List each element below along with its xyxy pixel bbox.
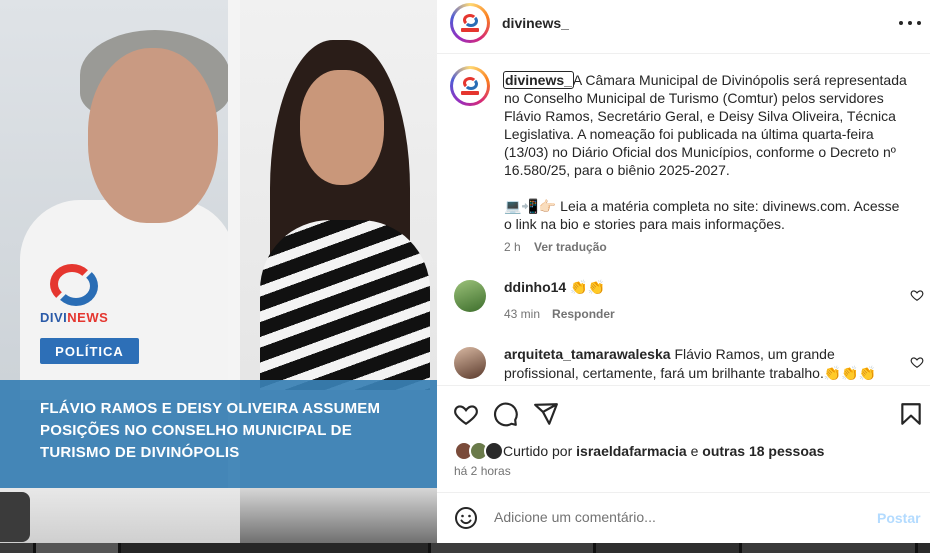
share-icon[interactable] — [533, 401, 559, 427]
instagram-post-view: DIVINEWS POLÍTICA FLÁVIO RAMOS E DEISY O… — [0, 0, 930, 553]
post-time: há 2 horas — [454, 464, 511, 478]
post-header: divinews_ — [437, 0, 930, 54]
caption-text-2: 💻📲👉🏻 Leia a matéria completa no site: di… — [504, 198, 900, 232]
comment-icon[interactable] — [493, 401, 519, 427]
caption: divinews_A Câmara Municipal de Divinópol… — [503, 71, 909, 251]
heart-small-icon[interactable] — [910, 355, 924, 369]
caption-meta: 2 h Ver tradução — [504, 240, 607, 254]
caption-username[interactable]: divinews_ — [503, 71, 574, 89]
logo-mark-icon — [48, 262, 100, 306]
like-icon[interactable] — [453, 401, 479, 427]
logo-text-news: NEWS — [67, 310, 109, 325]
translate-link[interactable]: Ver tradução — [534, 240, 607, 254]
microphone — [0, 492, 30, 542]
avatar[interactable] — [450, 3, 490, 43]
likes-user[interactable]: israeldafarmacia — [576, 443, 687, 459]
reply-button[interactable]: Responder — [552, 307, 615, 321]
more-icon[interactable] — [899, 14, 921, 32]
heart-small-icon[interactable] — [910, 288, 924, 302]
emoji-icon[interactable] — [454, 506, 478, 530]
header-username[interactable]: divinews_ — [502, 15, 569, 31]
post-image[interactable]: DIVINEWS POLÍTICA FLÁVIO RAMOS E DEISY O… — [0, 0, 437, 543]
comment-avatar[interactable] — [454, 280, 486, 312]
liker-avatars — [454, 441, 504, 461]
post-panel: divinews_ divinews_A Câmara Municipal de… — [437, 0, 930, 543]
likes-prefix: Curtido por — [503, 443, 573, 459]
image-headline: FLÁVIO RAMOS E DEISY OLIVEIRA ASSUMEM PO… — [40, 400, 381, 461]
logo-text-divi: DIVI — [40, 310, 68, 325]
comment-input[interactable] — [494, 509, 864, 525]
caption-time: 2 h — [504, 240, 521, 254]
background-strip — [0, 543, 930, 553]
save-icon[interactable] — [898, 401, 924, 427]
caption-avatar[interactable] — [450, 66, 490, 106]
person-right-top — [260, 220, 430, 390]
category-tag: POLÍTICA — [40, 338, 139, 364]
comment-username[interactable]: arquiteta_tamarawaleska — [504, 346, 671, 362]
action-bar: Curtido por israeldafarmacia e outras 18… — [437, 385, 930, 493]
add-comment-bar: Postar — [437, 493, 930, 543]
avatar — [484, 441, 504, 461]
person-left-face — [88, 48, 218, 223]
likes-others[interactable]: outras 18 pessoas — [702, 443, 824, 459]
comment-time: 43 min — [504, 307, 541, 321]
comment-text: 👏👏 — [570, 279, 605, 295]
desk-items — [240, 488, 437, 543]
person-right-face — [300, 70, 384, 185]
likes-summary: Curtido por israeldafarmacia e outras 18… — [454, 441, 824, 461]
likes-conj: e — [690, 443, 699, 459]
comment-avatar[interactable] — [454, 347, 486, 379]
post-button[interactable]: Postar — [877, 510, 921, 526]
comments-scroll[interactable]: divinews_A Câmara Municipal de Divinópol… — [437, 54, 930, 385]
divinews-logo: DIVINEWS — [40, 262, 110, 325]
comment-username[interactable]: ddinho14 — [504, 279, 566, 295]
